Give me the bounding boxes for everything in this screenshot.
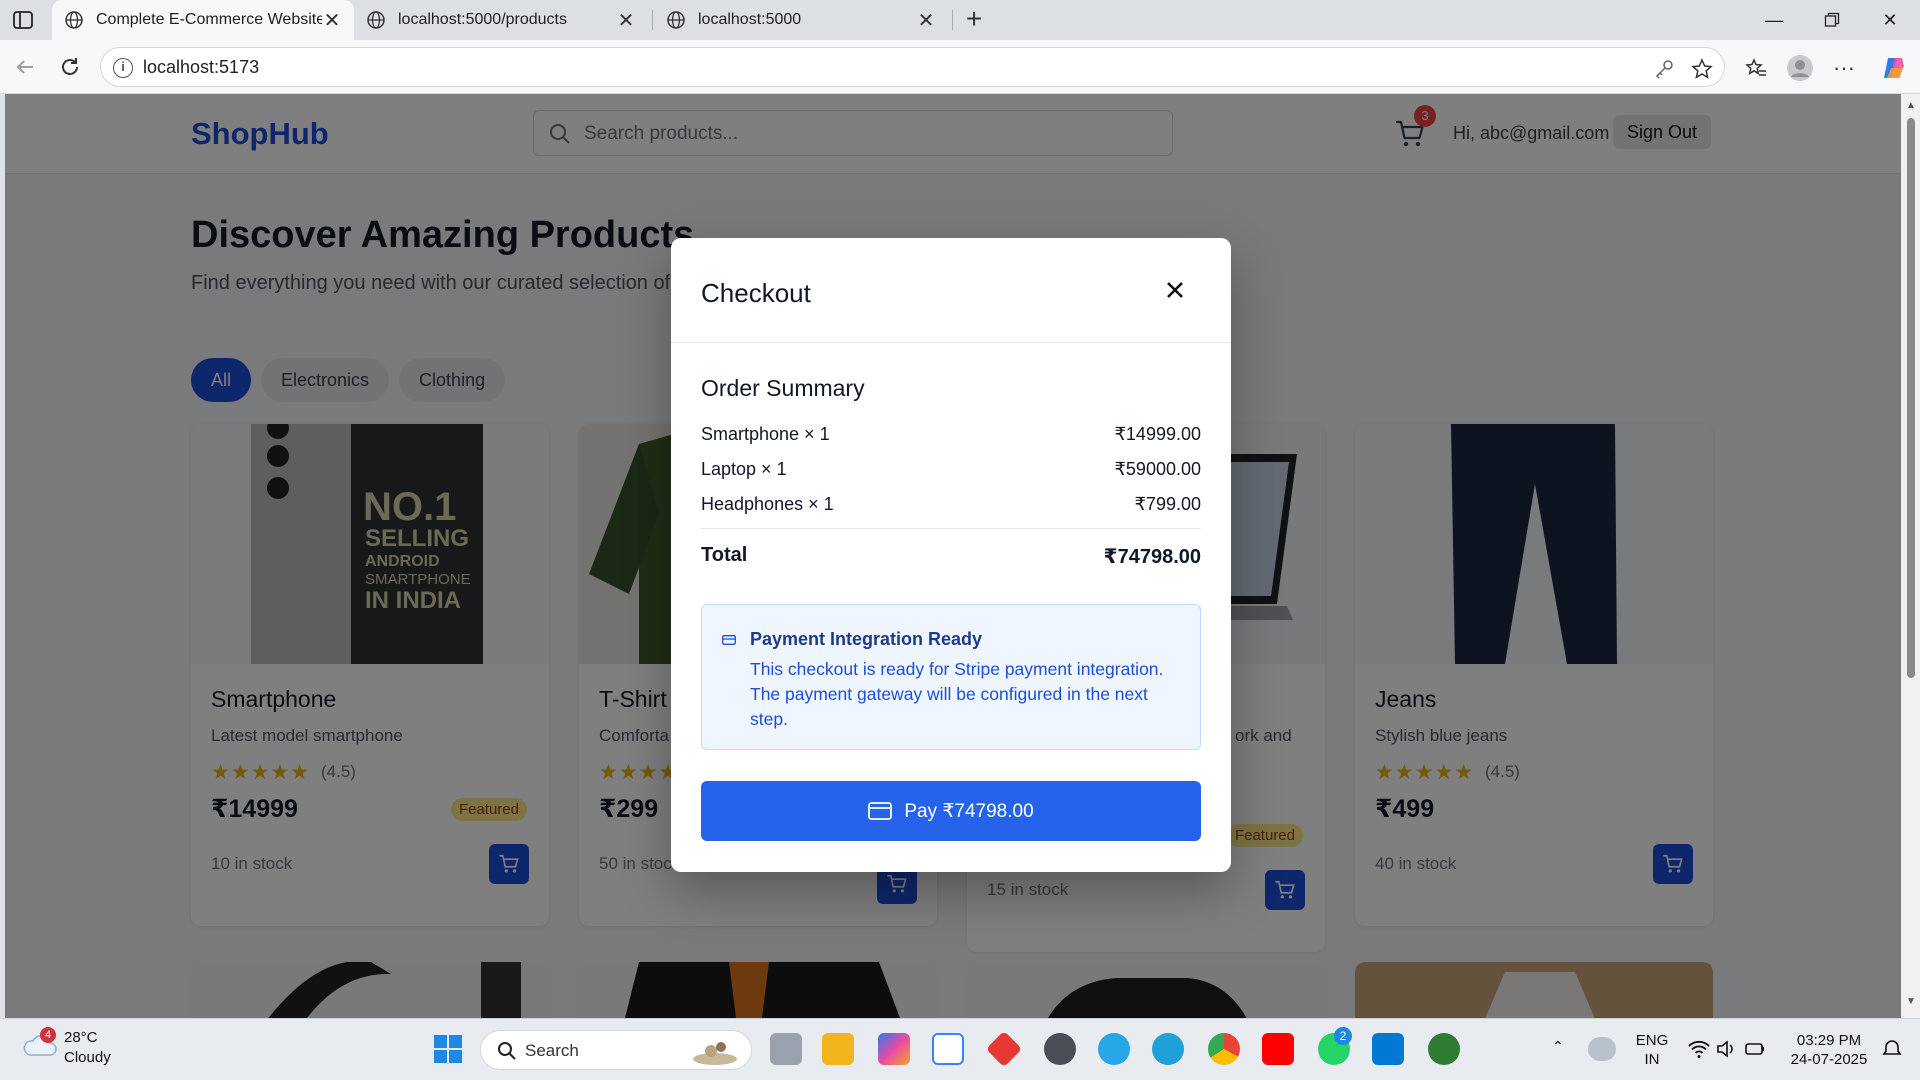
favorites-icon[interactable] bbox=[1742, 54, 1770, 82]
order-item-amount: ₹799.00 bbox=[1134, 494, 1201, 514]
total-amount: ₹74798.00 bbox=[1103, 546, 1201, 568]
copilot-icon[interactable] bbox=[1880, 54, 1908, 82]
edge-icon[interactable] bbox=[1152, 1033, 1184, 1065]
search-highlight-icon bbox=[693, 1042, 737, 1065]
scroll-up-arrow-icon[interactable]: ▲ bbox=[1905, 100, 1917, 112]
temperature: 28°C bbox=[64, 1029, 98, 1046]
close-icon[interactable] bbox=[1163, 278, 1187, 302]
battery-icon[interactable] bbox=[1744, 1039, 1766, 1059]
credit-card-icon bbox=[868, 802, 893, 820]
order-item: Smartphone × 1 ₹14999.00 bbox=[701, 424, 1201, 445]
volume-icon[interactable] bbox=[1716, 1039, 1738, 1059]
media-player-icon[interactable] bbox=[1044, 1033, 1076, 1065]
tab-ecommerce[interactable]: Complete E-Commerce Website ✕ bbox=[52, 0, 354, 40]
clock-time: 03:29 PM bbox=[1796, 1032, 1862, 1049]
taskbar-search[interactable]: Search bbox=[480, 1030, 752, 1070]
weather-widget[interactable]: 4 28°C Cloudy bbox=[22, 1027, 111, 1066]
globe-icon bbox=[667, 11, 685, 29]
url-bar[interactable]: i localhost:5173 bbox=[100, 47, 1725, 87]
favorite-star-icon[interactable] bbox=[1691, 58, 1713, 80]
notice-body: This checkout is ready for Stripe paymen… bbox=[750, 659, 1164, 729]
notice-title: Payment Integration Ready bbox=[750, 629, 983, 649]
order-item-amount: ₹14999.00 bbox=[1114, 424, 1201, 444]
file-explorer-icon[interactable] bbox=[822, 1033, 854, 1065]
telegram-icon[interactable] bbox=[1098, 1033, 1130, 1065]
modal-title: Checkout bbox=[701, 278, 811, 308]
order-item-label: Laptop × 1 bbox=[701, 459, 787, 479]
weather-alert-badge: 4 bbox=[40, 1027, 56, 1043]
credit-card-icon bbox=[722, 635, 736, 645]
search-icon bbox=[498, 1042, 516, 1060]
chrome-icon[interactable] bbox=[1208, 1033, 1240, 1065]
notification-icon[interactable] bbox=[1882, 1039, 1902, 1059]
tab-localhost[interactable]: localhost:5000 ✕ bbox=[654, 0, 948, 40]
order-item: Headphones × 1 ₹799.00 bbox=[701, 494, 1201, 515]
onedrive-icon[interactable] bbox=[1588, 1037, 1616, 1061]
modal-header: Checkout bbox=[671, 238, 1231, 343]
clock-date: 24-07-2025 bbox=[1790, 1051, 1868, 1068]
app-red-diamond-icon[interactable] bbox=[985, 1030, 1023, 1068]
close-tab-icon[interactable]: ✕ bbox=[322, 10, 342, 32]
close-tab-icon[interactable]: ✕ bbox=[916, 10, 936, 32]
back-icon[interactable] bbox=[12, 54, 38, 80]
language-indicator[interactable]: ENG IN bbox=[1632, 1031, 1672, 1069]
order-item: Laptop × 1 ₹59000.00 bbox=[701, 459, 1201, 480]
close-tab-icon[interactable]: ✕ bbox=[616, 10, 636, 32]
pay-button[interactable]: Pay ₹74798.00 bbox=[701, 781, 1201, 841]
microsoft-store-icon[interactable] bbox=[932, 1033, 964, 1065]
restore-icon[interactable] bbox=[1803, 0, 1861, 40]
show-hidden-icons[interactable]: ⌃ bbox=[1552, 1037, 1564, 1056]
password-key-icon[interactable] bbox=[1653, 58, 1675, 80]
total-label: Total bbox=[701, 544, 748, 566]
profile-avatar-icon[interactable] bbox=[1786, 54, 1814, 82]
tab-actions-icon[interactable] bbox=[12, 10, 34, 30]
taskbar-search-label: Search bbox=[525, 1041, 579, 1060]
page-viewport: ShopHub 3 Hi, abc@gmail.com Sign Out Dis… bbox=[5, 94, 1901, 1018]
order-item-label: Smartphone × 1 bbox=[701, 424, 830, 444]
order-item-amount: ₹59000.00 bbox=[1114, 459, 1201, 479]
tab-title: localhost:5000/products bbox=[398, 11, 567, 28]
whatsapp-badge: 2 bbox=[1334, 1027, 1352, 1045]
copilot-app-icon[interactable] bbox=[878, 1033, 910, 1065]
globe-icon bbox=[65, 11, 83, 29]
task-view-icon[interactable] bbox=[770, 1033, 802, 1065]
payment-notice: Payment Integration Ready This checkout … bbox=[701, 604, 1201, 750]
youtube-icon[interactable] bbox=[1262, 1033, 1294, 1065]
tab-products[interactable]: localhost:5000/products ✕ bbox=[354, 0, 648, 40]
windows-taskbar: 4 28°C Cloudy Search 2 ⌃ ENG IN 03:29 PM… bbox=[0, 1018, 1920, 1080]
order-summary-title: Order Summary bbox=[701, 375, 865, 401]
clock[interactable]: 03:29 PM 24-07-2025 bbox=[1780, 1031, 1878, 1069]
tab-separator bbox=[952, 10, 953, 30]
page-scrollbar[interactable]: ▲ ▼ bbox=[1901, 94, 1920, 1018]
tab-title: localhost:5000 bbox=[698, 11, 802, 28]
vscode-icon[interactable] bbox=[1372, 1033, 1404, 1065]
region-code: IN bbox=[1644, 1051, 1660, 1068]
tab-title: Complete E-Commerce Website bbox=[96, 11, 322, 28]
scroll-thumb[interactable] bbox=[1907, 118, 1915, 678]
browser-tab-bar: Complete E-Commerce Website ✕ localhost:… bbox=[0, 0, 1920, 40]
tab-separator bbox=[652, 10, 653, 30]
minimize-icon[interactable]: — bbox=[1745, 0, 1803, 40]
language-code: ENG bbox=[1635, 1032, 1669, 1049]
close-window-icon[interactable]: ✕ bbox=[1861, 0, 1919, 40]
new-tab-icon[interactable]: + bbox=[960, 5, 988, 33]
windows-start-icon[interactable] bbox=[432, 1033, 464, 1065]
order-item-label: Headphones × 1 bbox=[701, 494, 834, 514]
checkout-modal: Checkout Order Summary Smartphone × 1 ₹1… bbox=[671, 238, 1231, 872]
more-menu-icon[interactable]: ··· bbox=[1830, 54, 1858, 82]
site-info-icon[interactable]: i bbox=[113, 58, 133, 78]
globe-icon bbox=[367, 11, 385, 29]
weather-condition: Cloudy bbox=[64, 1049, 111, 1066]
url-text: localhost:5173 bbox=[143, 57, 260, 77]
reload-icon[interactable] bbox=[57, 54, 83, 80]
mongodb-compass-icon[interactable] bbox=[1428, 1033, 1460, 1065]
order-total: Total ₹74798.00 bbox=[701, 544, 1201, 569]
wifi-icon[interactable] bbox=[1688, 1039, 1710, 1059]
scroll-down-arrow-icon[interactable]: ▼ bbox=[1905, 996, 1917, 1008]
summary-divider bbox=[701, 528, 1201, 529]
address-bar-row: i localhost:5173 ··· bbox=[0, 40, 1920, 94]
pay-button-label: Pay ₹74798.00 bbox=[904, 800, 1034, 822]
